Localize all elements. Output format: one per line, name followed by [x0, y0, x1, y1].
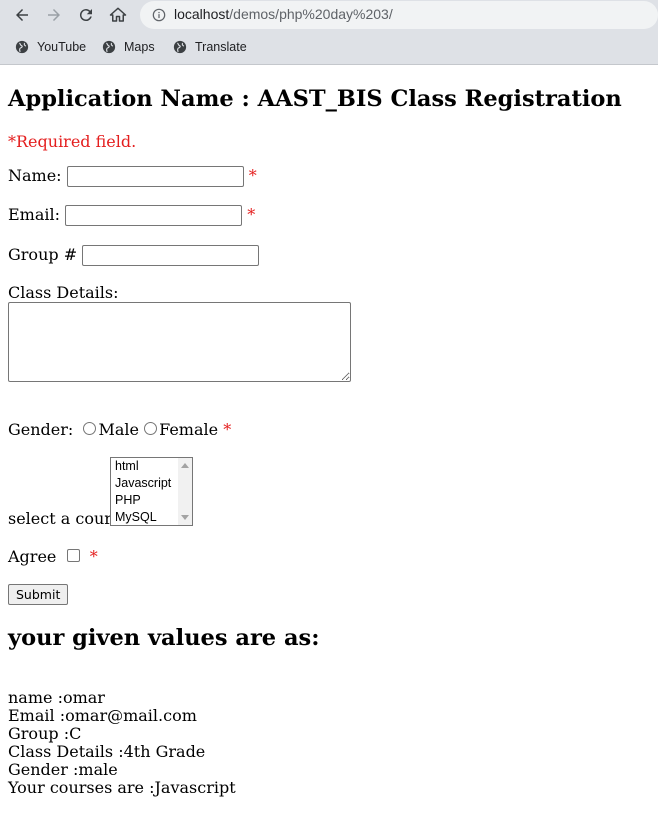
agree-label: Agree [8, 547, 57, 566]
info-icon [152, 8, 166, 22]
required-note: *Required field. [8, 132, 137, 151]
group-row: Group # [8, 245, 260, 266]
url-host: localhost [174, 6, 230, 22]
scroll-up-arrow-icon[interactable] [181, 463, 189, 468]
bookmark-label: Maps [124, 40, 155, 54]
name-row: Name: * [8, 166, 257, 187]
bookmark-maps[interactable]: Maps [102, 38, 155, 56]
bookmark-label: Translate [195, 40, 247, 54]
email-row: Email: * [8, 205, 255, 226]
gender-row: Gender: Male Female * [8, 420, 231, 439]
group-input[interactable] [82, 245, 260, 266]
forward-button[interactable] [44, 5, 64, 25]
class-details-label: Class Details: [8, 283, 119, 302]
reload-button[interactable] [76, 5, 96, 25]
globe-icon [173, 40, 187, 54]
male-label: Male [98, 420, 139, 439]
submit-button[interactable]: Submit [8, 584, 69, 605]
back-arrow-icon [16, 9, 28, 21]
back-button[interactable] [12, 5, 32, 25]
result-gender: Gender :male [8, 760, 118, 779]
result-name: name :omar [8, 688, 105, 707]
result-email: Email :omar@mail.com [8, 706, 197, 725]
agree-checkbox[interactable] [66, 549, 80, 562]
home-icon [109, 7, 127, 22]
result-group: Group :C [8, 724, 82, 743]
listbox-scrollbar[interactable] [178, 458, 192, 525]
required-mark: * [223, 420, 232, 439]
email-label: Email: [8, 205, 61, 224]
female-label: Female [159, 420, 219, 439]
home-button[interactable] [108, 5, 128, 25]
bookmarks-bar: YouTube Maps Translate [0, 30, 658, 65]
result-class-details: Class Details :4th Grade [8, 742, 206, 761]
url-text: localhost/demos/php%20day%203/ [174, 6, 393, 22]
bookmark-label: YouTube [37, 40, 87, 54]
results-heading: your given values are as: [8, 625, 320, 651]
globe-icon [15, 40, 29, 54]
male-radio[interactable] [83, 422, 97, 435]
globe-icon [102, 40, 116, 54]
browser-toolbar: localhost/demos/php%20day%203/ [0, 0, 658, 30]
name-input[interactable] [66, 166, 244, 187]
page-title: Application Name : AAST_BIS Class Regist… [8, 86, 622, 112]
gender-label: Gender: [8, 420, 74, 439]
required-mark: * [89, 547, 98, 566]
reload-icon [79, 9, 92, 22]
class-details-textarea[interactable] [8, 302, 351, 382]
forward-arrow-icon [48, 9, 60, 21]
course-select[interactable]: html Javascript PHP MySQL [110, 457, 193, 526]
required-mark: * [247, 205, 256, 224]
bookmark-translate[interactable]: Translate [173, 38, 247, 56]
result-courses: Your courses are :Javascript [8, 778, 236, 797]
bookmark-youtube[interactable]: YouTube [15, 38, 86, 56]
female-radio[interactable] [144, 422, 158, 435]
scroll-down-arrow-icon[interactable] [181, 515, 189, 520]
address-bar[interactable]: localhost/demos/php%20day%203/ [140, 1, 658, 29]
group-label: Group # [8, 245, 78, 264]
name-label: Name: [8, 166, 62, 185]
agree-row: Agree * [8, 547, 98, 566]
url-path: /demos/php%20day%203/ [229, 6, 393, 22]
required-mark: * [248, 166, 257, 185]
email-input[interactable] [65, 205, 243, 226]
